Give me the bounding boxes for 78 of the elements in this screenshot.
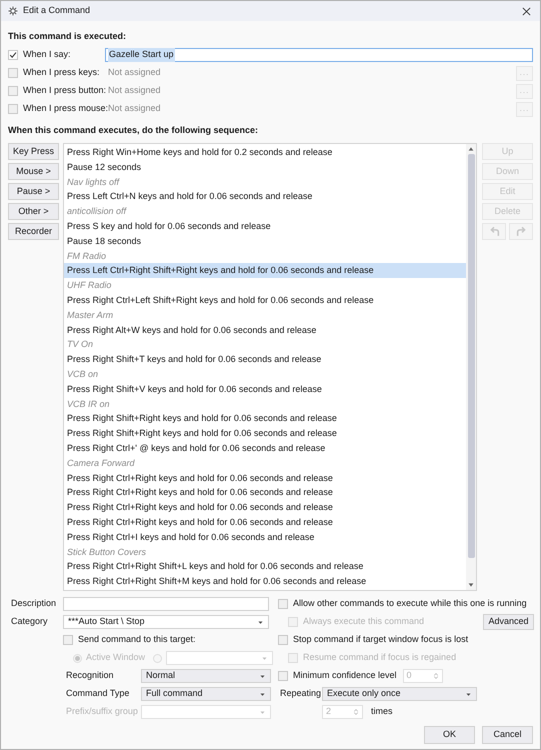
action-step[interactable]: Press Right Ctrl+Right Shift+L keys and hold for 0.06 seconds and release	[64, 559, 466, 574]
checkbox-label: Stop command if target window focus is lost	[293, 633, 468, 646]
dropdown-caret-icon	[261, 654, 268, 662]
add-step-button[interactable]: Mouse >	[8, 163, 59, 180]
field-label: Description	[10, 597, 58, 610]
action-step[interactable]: Press Right Ctrl+Right keys and hold for 0.06 seconds and release	[64, 500, 466, 515]
dropdown-caret-icon	[259, 672, 266, 680]
action-step[interactable]: Press Right Shift+Right keys and hold for 0.06 seconds and release	[64, 411, 466, 426]
checkbox-label: Allow other commands to execute while this one is running	[293, 597, 527, 610]
action-step[interactable]: Press Right Shift+V keys and hold for 0.06 seconds and release	[64, 382, 466, 397]
trigger-label: When I say:	[23, 48, 72, 62]
action-step[interactable]: Press Right Ctrl+Right keys and hold for 0.06 seconds and release	[64, 470, 466, 486]
action-step[interactable]: Press Right Ctrl+Right keys and hold for 0.06 seconds and release	[64, 514, 466, 530]
dialog-button[interactable]: Cancel	[482, 726, 533, 744]
dialog-button[interactable]: OK	[424, 726, 475, 744]
field-label: Command Type	[66, 687, 130, 700]
undo-icon	[488, 226, 500, 237]
action-step[interactable]: Press Right Ctrl+' @ keys and hold for 0.06 seconds and release	[64, 440, 466, 456]
action-step[interactable]: Press Right Ctrl+Left Shift+Right keys and hold for 0.06 seconds and release	[64, 292, 466, 308]
checkbox[interactable]	[278, 635, 288, 645]
redo-icon	[516, 226, 526, 237]
action-step[interactable]: Press Right Ctrl+Right Shift+M keys and hold for 0.06 seconds and release	[64, 574, 466, 589]
scroll-down-icon[interactable]	[467, 581, 475, 589]
trigger-label: When I press mouse:	[23, 102, 105, 116]
field-label: Repeating	[279, 687, 322, 700]
checkbox-label: Resume command if focus is regained	[303, 651, 456, 664]
unit-label: times	[371, 705, 393, 718]
section-heading: When this command executes, do the following sequence:	[8, 124, 260, 137]
advanced-button[interactable]: Advanced	[483, 614, 534, 630]
action-step[interactable]: Press S key and hold for 0.06 seconds and release	[64, 218, 466, 234]
dropdown[interactable]: Execute only once	[322, 687, 477, 701]
action-step[interactable]: Pause 12 seconds	[64, 160, 466, 175]
dropdown-caret-icon	[259, 690, 266, 698]
action-step[interactable]: Press Left Ctrl+Right Shift+Right keys and hold for 0.06 seconds and release	[64, 263, 466, 278]
dropdown-caret-icon	[465, 690, 472, 698]
checkbox[interactable]	[278, 599, 288, 609]
field-label: Recognition	[66, 669, 115, 682]
close-icon[interactable]	[522, 6, 531, 16]
add-step-button[interactable]: Pause >	[8, 183, 59, 200]
dropdown[interactable]: ***Auto Start \ Stop	[63, 615, 269, 629]
dropdown-caret-icon	[259, 708, 266, 716]
add-step-button[interactable]: Key Press	[8, 143, 59, 160]
assignment-value: Not assigned	[107, 84, 162, 98]
checkbox[interactable]	[8, 86, 18, 96]
checkbox-label: Send command to this target:	[78, 633, 196, 646]
checkbox[interactable]	[8, 68, 18, 78]
trigger-label: When I press button:	[23, 84, 105, 98]
action-step[interactable]: Press Right Shift+Right keys and hold for 0.06 seconds and release	[64, 426, 466, 441]
section-heading: This command is executed:	[8, 30, 128, 43]
checkbox[interactable]	[8, 104, 18, 114]
dropdown[interactable]	[166, 651, 274, 665]
assignment-value: Not assigned	[107, 66, 162, 80]
action-step[interactable]: Pause 18 seconds	[64, 234, 466, 249]
checkbox[interactable]	[8, 50, 18, 60]
checkbox-label: Minimum confidence level	[293, 669, 397, 682]
action-step[interactable]: Press Right Win+Home keys and hold for 0.2 seconds and release	[64, 145, 466, 160]
gear-icon	[8, 6, 18, 16]
add-step-button[interactable]: Recorder	[8, 223, 59, 240]
action-step[interactable]: Press Right Ctrl+I keys and hold for 0.06 seconds and release	[64, 530, 466, 545]
action-step[interactable]: Press Right Ctrl+Right keys and hold for 0.06 seconds and release	[64, 485, 466, 500]
radio-label: Active Window	[86, 651, 146, 664]
action-step[interactable]: Press Right Shift+T keys and hold for 0.06 seconds and release	[64, 352, 466, 367]
phrase-field[interactable]: Gazelle Start up	[105, 48, 533, 62]
dropdown[interactable]: Normal	[141, 669, 271, 683]
field-label: Prefix/suffix group	[66, 705, 139, 718]
action-step[interactable]: Press Left Ctrl+N keys and hold for 0.06 seconds and release	[64, 189, 466, 204]
window-title: Edit a Command	[23, 4, 92, 18]
dropdown[interactable]: Full command	[141, 687, 271, 701]
checkbox[interactable]	[63, 635, 73, 645]
scrollbar-thumb[interactable]	[468, 154, 474, 558]
trigger-label: When I press keys:	[23, 66, 101, 80]
action-step[interactable]: Press Right Alt+W keys and hold for 0.06 seconds and release	[64, 322, 466, 338]
dropdown-caret-icon	[257, 618, 264, 626]
add-step-button[interactable]: Other >	[8, 203, 59, 220]
description-field[interactable]	[63, 597, 269, 611]
field-label: Category	[10, 615, 49, 628]
checkbox-label: Always execute this command	[303, 615, 424, 628]
scrollbar[interactable]	[466, 144, 476, 590]
